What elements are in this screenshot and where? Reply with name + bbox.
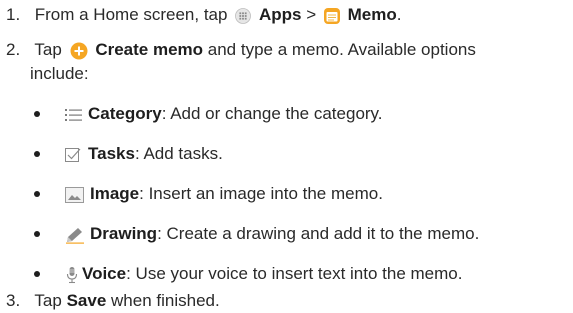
option-desc: : Insert an image into the memo. bbox=[139, 184, 383, 203]
step-text-suffix: when finished. bbox=[111, 291, 220, 310]
option-label: Voice bbox=[82, 264, 127, 283]
image-icon bbox=[64, 186, 86, 204]
option-voice: Voice: Use your voice to insert text int… bbox=[64, 263, 462, 285]
tasks-checkbox-icon bbox=[64, 146, 84, 164]
separator: > bbox=[306, 5, 317, 24]
create-memo-label: Create memo bbox=[95, 40, 204, 59]
bullet bbox=[34, 191, 40, 197]
bullet bbox=[34, 231, 40, 237]
step-1: 1. From a Home screen, tap Apps > Memo. bbox=[0, 4, 401, 26]
bullet bbox=[34, 151, 40, 157]
step-text: Tap bbox=[34, 40, 62, 59]
option-desc: : Add tasks. bbox=[134, 144, 223, 163]
step-number: 2. bbox=[6, 40, 21, 59]
category-list-icon bbox=[64, 107, 84, 123]
drawing-pen-icon bbox=[64, 226, 86, 244]
step-2-continuation: include: bbox=[30, 64, 89, 83]
step-number: 1. bbox=[6, 5, 21, 24]
step-end: . bbox=[396, 5, 402, 24]
step-3: 3. Tap Save when finished. bbox=[0, 290, 220, 312]
option-drawing: Drawing: Create a drawing and add it to … bbox=[64, 223, 479, 245]
option-label: Category bbox=[88, 104, 162, 123]
step-number: 3. bbox=[6, 291, 21, 310]
option-label: Image bbox=[90, 184, 140, 203]
option-tasks: Tasks: Add tasks. bbox=[64, 143, 223, 165]
step-text: From a Home screen, tap bbox=[34, 5, 228, 24]
memo-app-icon bbox=[323, 7, 341, 25]
option-desc: : Use your voice to insert text into the… bbox=[126, 264, 463, 283]
step-text-suffix: and type a memo. Available options bbox=[207, 40, 476, 59]
option-label: Drawing bbox=[90, 224, 158, 243]
bullet bbox=[34, 111, 40, 117]
create-memo-icon bbox=[70, 42, 88, 60]
bullet bbox=[34, 271, 40, 277]
voice-mic-icon bbox=[64, 266, 80, 284]
apps-label: Apps bbox=[258, 5, 302, 24]
step-2: 2. Tap Create memo and type a memo. Avai… bbox=[0, 39, 476, 61]
option-desc: : Add or change the category. bbox=[161, 104, 383, 123]
option-desc: : Create a drawing and add it to the mem… bbox=[157, 224, 480, 243]
memo-label: Memo bbox=[347, 5, 397, 24]
apps-grid-icon bbox=[235, 7, 252, 24]
option-image: Image: Insert an image into the memo. bbox=[64, 183, 383, 205]
save-label: Save bbox=[66, 291, 107, 310]
option-label: Tasks bbox=[88, 144, 135, 163]
step-text: Tap bbox=[34, 291, 62, 310]
option-category: Category: Add or change the category. bbox=[64, 103, 383, 125]
